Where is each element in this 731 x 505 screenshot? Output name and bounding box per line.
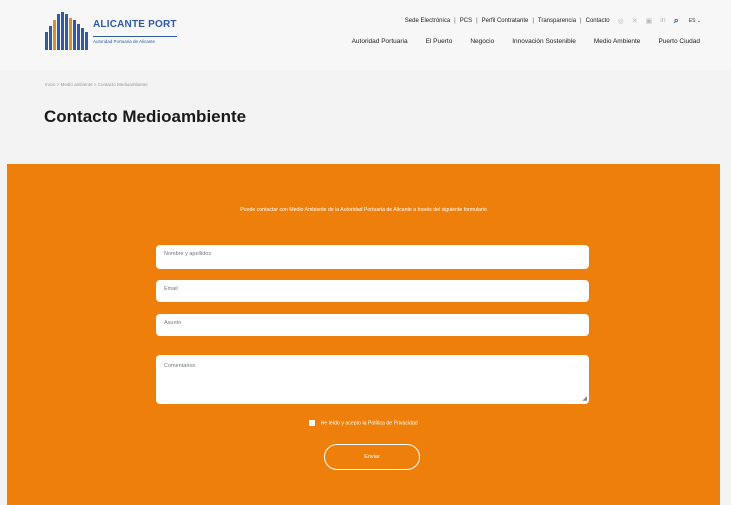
separator: | <box>532 17 534 24</box>
x-icon[interactable]: ✕ <box>632 17 638 25</box>
email-placeholder: Email <box>164 286 178 292</box>
link-pcs[interactable]: PCS <box>460 18 472 24</box>
logo-mark <box>45 12 89 50</box>
separator: | <box>476 17 478 24</box>
subject-field[interactable]: Asunto <box>156 314 589 336</box>
utility-nav: Sede Electrónica | PCS | Perfil Contrata… <box>405 15 701 26</box>
youtube-icon[interactable]: ▣ <box>646 17 653 25</box>
submit-button[interactable]: Enviar <box>324 444 420 470</box>
subject-placeholder: Asunto <box>164 320 182 326</box>
logo-title: ALICANTE PORT <box>93 18 177 30</box>
nav-item-el-puerto[interactable]: El Puerto <box>426 38 453 45</box>
nav-item-innovacion-sostenible[interactable]: Innovación Sostenible <box>512 38 576 45</box>
comments-textarea[interactable]: Comentarios ◢ <box>156 355 589 404</box>
link-contacto[interactable]: Contacto <box>586 18 610 24</box>
nav-item-autoridad-portuaria[interactable]: Autoridad Portuaria <box>352 38 408 45</box>
name-field[interactable]: Nombre y apellidos <box>156 245 589 269</box>
link-transparencia[interactable]: Transparencia <box>538 18 576 24</box>
comments-placeholder: Comentarios <box>164 363 196 369</box>
page-title: Contacto Medioambiente <box>44 107 247 126</box>
search-icon[interactable]: ⌕ <box>674 15 679 26</box>
email-field[interactable]: Email <box>156 280 589 302</box>
main-nav: Autoridad Portuaria El Puerto Negocio In… <box>334 38 700 45</box>
privacy-row: He leído y acepto la Política de Privaci… <box>7 420 720 426</box>
contact-form-section: Puede contactar con Medio Ambiente de la… <box>7 164 720 505</box>
breadcrumb[interactable]: Inicio > Medio ambiente > Contacto Medio… <box>45 82 148 87</box>
logo[interactable]: ALICANTE PORT Autoridad Portuaria de Ali… <box>45 12 177 50</box>
link-perfil-contratante[interactable]: Perfil Contratante <box>482 18 529 24</box>
nav-item-puerto-ciudad[interactable]: Puerto Ciudad <box>658 38 700 45</box>
name-placeholder: Nombre y apellidos <box>164 251 212 257</box>
form-intro: Puede contactar con Medio Ambiente de la… <box>240 207 487 213</box>
separator: | <box>454 17 456 24</box>
site-header: ALICANTE PORT Autoridad Portuaria de Ali… <box>0 0 731 70</box>
language-selector[interactable]: ES ⌄ <box>689 18 701 24</box>
separator: | <box>580 17 582 24</box>
resize-handle-icon[interactable]: ◢ <box>582 396 587 402</box>
privacy-checkbox[interactable] <box>309 420 316 426</box>
linkedin-icon[interactable]: in <box>660 17 665 24</box>
link-sede-electronica[interactable]: Sede Electrónica <box>405 18 450 24</box>
instagram-icon[interactable]: ◎ <box>618 17 624 25</box>
logo-subtitle: Autoridad Portuaria de Alicante <box>93 35 177 44</box>
nav-item-medio-ambiente[interactable]: Medio Ambiente <box>594 38 641 45</box>
privacy-label[interactable]: He leído y acepto la Política de Privaci… <box>321 420 418 426</box>
nav-item-negocio[interactable]: Negocio <box>470 38 494 45</box>
